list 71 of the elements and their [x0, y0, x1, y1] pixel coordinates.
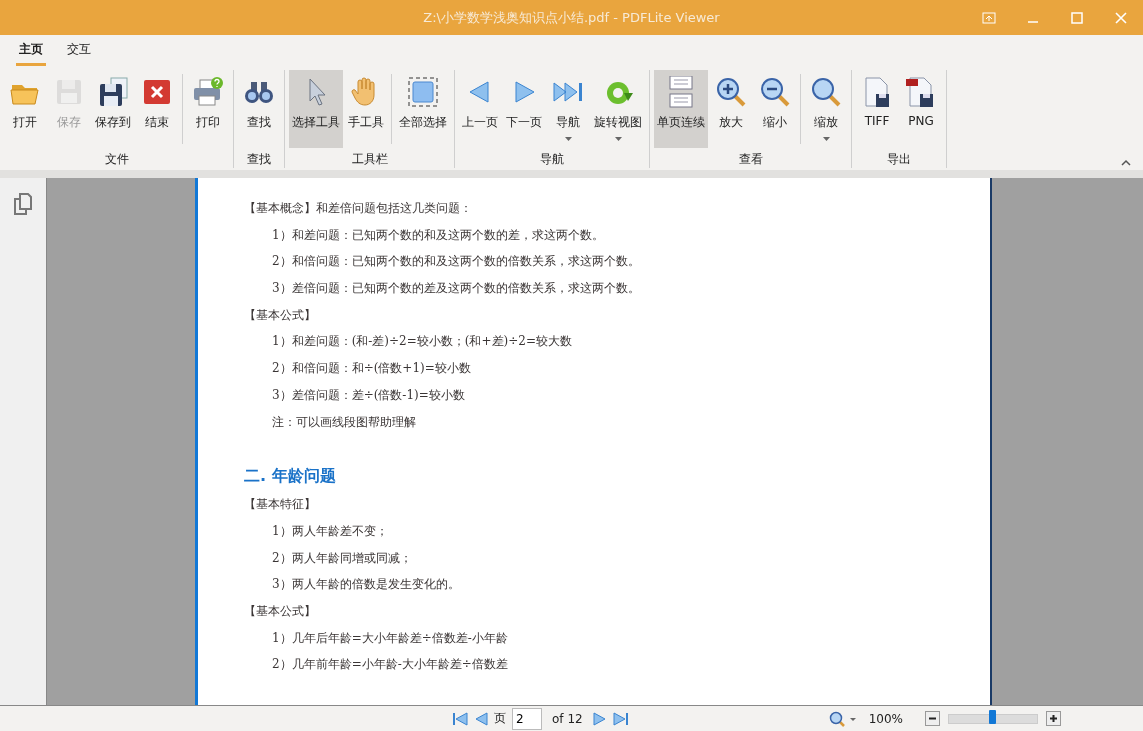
toolbar-button[interactable]: 结束 [136, 70, 178, 148]
first-page-icon[interactable] [452, 711, 468, 726]
close-icon[interactable] [1115, 11, 1127, 24]
page-label: 页 [494, 710, 506, 727]
toolbar-button[interactable]: 全部选择 [396, 70, 450, 148]
zoom-in-icon [715, 76, 747, 108]
document-text: 【基本公式】 [244, 602, 317, 620]
toolbar-button[interactable]: 查找 [238, 70, 280, 148]
toolbar-button[interactable]: 手工具 [345, 70, 387, 148]
plus-icon [1049, 714, 1058, 723]
document-text: 【基本概念】和差倍问题包括这几类问题： [244, 200, 473, 217]
ribbon-tab[interactable]: 交互 [64, 34, 94, 66]
caret-icon [822, 137, 830, 141]
collapse-icon[interactable] [1121, 159, 1131, 166]
toolbar-button[interactable]: TIFF [856, 70, 898, 148]
slider-thumb[interactable] [989, 709, 996, 724]
floppy-disks-icon [97, 76, 129, 108]
document-text: 1）几年后年龄=大小年龄差÷倍数差-小年龄 [271, 629, 509, 647]
document-text: 注：可以画线段图帮助理解 [271, 413, 417, 431]
previous-page-icon[interactable] [474, 711, 488, 726]
zoom-level: 100% [868, 711, 903, 726]
group-label: 文件 [103, 151, 130, 168]
toolbar-button[interactable]: 放大 [710, 70, 752, 148]
document-text: 2）两人年龄同增或同减； [271, 549, 413, 567]
document-text: 2）和倍问题：和÷(倍数+1)=较小数 [271, 360, 472, 378]
zoom-slider[interactable] [948, 713, 1038, 724]
caret-icon [564, 137, 572, 141]
toolbar-button[interactable]: 选择工具 [289, 70, 343, 148]
document-text: 3）差倍问题：差÷(倍数-1)=较小数 [271, 386, 466, 404]
printer-icon [192, 76, 224, 108]
window-title: Z:\小学数学浅奥知识点小结.pdf - PDFLite Viewer [423, 9, 720, 25]
toolbar-button[interactable]: 缩小 [754, 70, 796, 148]
zoom-out-icon [759, 76, 791, 108]
document-text: 2）几年前年龄=小年龄-大小年龄差÷倍数差 [271, 656, 509, 674]
toolbar-button[interactable]: 打印 [187, 70, 229, 148]
toolbar-button[interactable]: 打开 [4, 70, 46, 148]
page-field[interactable]: 2 [512, 707, 542, 730]
group-label: 查看 [737, 151, 764, 168]
toolbar-button[interactable]: 下一页 [503, 70, 545, 148]
group-label: 导出 [886, 151, 912, 168]
ribbon-tab[interactable]: 主页 [16, 34, 46, 66]
toolbar-button[interactable]: 旋转视图 [591, 70, 645, 148]
zoom-out-button[interactable] [925, 711, 940, 726]
toolbar-button[interactable]: 单页连续 [654, 70, 708, 148]
toolbar-button[interactable]: PNG [900, 70, 942, 148]
pages-icon[interactable] [11, 192, 35, 216]
toolbar-button[interactable]: 缩放 [805, 70, 847, 148]
group-label: 导航 [539, 151, 565, 168]
toolbar-button[interactable]: 导航 [547, 70, 589, 148]
toolbar-button[interactable]: 上一页 [459, 70, 501, 148]
next-page-icon[interactable] [592, 711, 607, 726]
zoom-menu-icon[interactable] [828, 710, 857, 727]
zoom-in-button[interactable] [1046, 711, 1061, 726]
section-heading: 二. 年龄问题 [244, 465, 337, 488]
document-text: 【基本公式】 [244, 306, 317, 324]
page-count: of 12 [552, 711, 583, 726]
document-text: 1）和差问题：(和-差)÷2=较小数；(和+差)÷2=较大数 [271, 333, 573, 351]
group-label: 工具栏 [350, 151, 389, 168]
group-label: 查找 [246, 151, 272, 168]
caret-icon [614, 137, 622, 141]
document-text: 3）差倍问题：已知两个数的差及这两个数的倍数关系，求这两个数。 [271, 280, 641, 298]
toolbar-button[interactable]: 保存到 [92, 70, 134, 148]
select-all-icon [407, 76, 439, 108]
document-text: 2）和倍问题：已知两个数的和及这两个数的倍数关系，求这两个数。 [271, 253, 641, 271]
document-text: 1）和差问题：已知两个数的和及这两个数的差，求这两个数。 [271, 226, 605, 244]
maximize-icon[interactable] [1071, 11, 1083, 24]
document-text: 【基本特征】 [244, 496, 317, 514]
document-text: 3）两人年龄的倍数是发生变化的。 [271, 576, 461, 594]
search-icon [810, 76, 842, 108]
last-page-icon[interactable] [612, 711, 629, 726]
document-text: 1）两人年龄差不变； [271, 522, 389, 540]
